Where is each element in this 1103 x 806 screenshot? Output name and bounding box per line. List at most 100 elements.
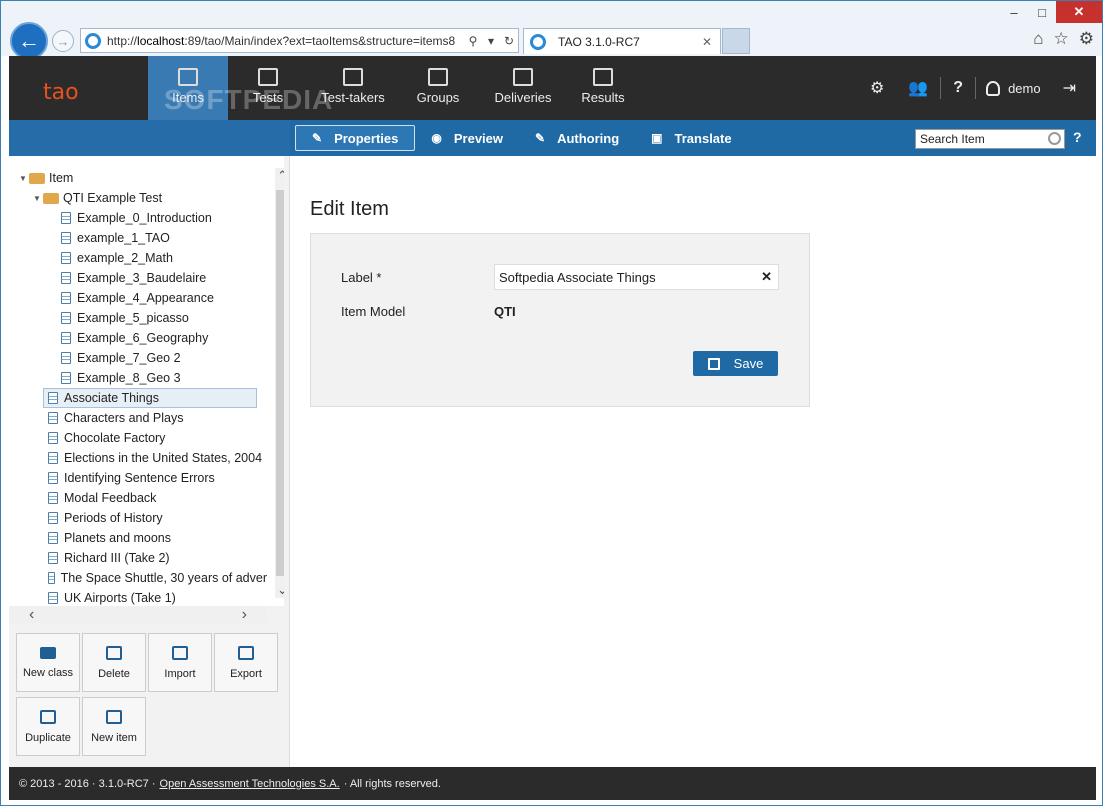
label-field-label: Label * (341, 270, 382, 285)
properties-tab[interactable]: ✎ Properties (295, 125, 416, 151)
authoring-tab[interactable]: ✎ Authoring (519, 125, 635, 151)
tree-item[interactable]: Modal Feedback (9, 488, 267, 508)
duplicate-button[interactable]: Duplicate (16, 697, 80, 756)
settings-icon[interactable]: ⚙ (1079, 29, 1094, 49)
tree-label: Planets and moons (64, 531, 172, 545)
save-icon (707, 357, 720, 370)
home-icon[interactable]: ⌂ (1033, 29, 1043, 49)
dropdown-icon[interactable]: ▾ (482, 34, 500, 48)
users-icon[interactable]: 👥 (896, 78, 940, 98)
scroll-left-icon[interactable]: ‹ (29, 606, 34, 623)
nav-deliveries[interactable]: Deliveries (478, 56, 568, 120)
browser-tab[interactable]: TAO 3.1.0-RC7 ✕ (523, 28, 721, 54)
tree-folder[interactable]: ▼ QTI Example Test (9, 188, 267, 208)
clear-icon[interactable]: ✕ (761, 269, 772, 285)
search-icon[interactable]: ⚲ (464, 34, 482, 48)
tree-item[interactable]: example_1_TAO (9, 228, 267, 248)
trash-icon (106, 645, 122, 660)
preview-tab[interactable]: ◉ Preview (415, 125, 519, 151)
tree-root[interactable]: ▼ Item (9, 168, 267, 188)
user-menu[interactable]: demo (976, 80, 1051, 96)
tree-item[interactable]: The Space Shuttle, 30 years of adver (9, 568, 267, 588)
expand-icon[interactable]: ▼ (19, 174, 29, 183)
settings-icon[interactable]: ⚙ (858, 78, 896, 98)
rights: · All rights reserved. (343, 777, 441, 790)
scroll-up-icon[interactable]: ⌃ (277, 168, 284, 184)
new-tab-button[interactable] (722, 28, 750, 54)
tree-item[interactable]: Identifying Sentence Errors (9, 468, 267, 488)
ie-icon (530, 33, 546, 50)
watermark: SOFTPEDIA (164, 84, 334, 115)
help-icon[interactable]: ? (941, 79, 975, 97)
tree-item[interactable]: UK Airports (Take 1) (9, 588, 267, 606)
nav-groups[interactable]: Groups (398, 56, 478, 120)
nav-results[interactable]: Results (568, 56, 638, 120)
expand-icon[interactable]: ▼ (33, 194, 43, 203)
tree-item[interactable]: Example_3_Baudelaire (9, 268, 267, 288)
label-input[interactable]: Softpedia Associate Things ✕ (494, 264, 779, 290)
button-label: Export (230, 667, 262, 680)
tree-label: The Space Shuttle, 30 years of adver (60, 571, 267, 585)
new-item-button[interactable]: New item (82, 697, 146, 756)
tree-item[interactable]: Example_4_Appearance (9, 288, 267, 308)
back-button[interactable]: ← (10, 22, 48, 60)
button-label: Import (164, 667, 196, 680)
refresh-icon[interactable]: ↻ (500, 34, 518, 48)
scroll-thumb[interactable] (276, 190, 284, 576)
horizontal-scrollbar[interactable]: ‹ › (9, 606, 267, 623)
tree-label: example_2_Math (77, 251, 173, 265)
tree-item[interactable]: Example_6_Geography (9, 328, 267, 348)
button-label: Duplicate (25, 731, 71, 744)
tree-item[interactable]: Example_5_picasso (9, 308, 267, 328)
tree-item[interactable]: Periods of History (9, 508, 267, 528)
tree-item[interactable]: Example_0_Introduction (9, 208, 267, 228)
app-header: tao Items Tests Test-takers Groups Deliv… (9, 56, 1096, 120)
minimize-icon[interactable]: – (1000, 1, 1028, 23)
search-placeholder: Search Item (920, 132, 985, 146)
tree-item[interactable]: example_2_Math (9, 248, 267, 268)
action-label: Preview (453, 130, 504, 146)
item-icon (61, 232, 71, 244)
button-label: New item (91, 731, 137, 744)
delete-button[interactable]: Delete (82, 633, 146, 692)
forward-button[interactable]: → (52, 30, 74, 52)
help-icon[interactable]: ? (1073, 129, 1082, 145)
item-icon (48, 512, 58, 524)
deliveries-icon (513, 68, 533, 86)
tree-label: Elections in the United States, 2004 (64, 451, 263, 465)
address-bar[interactable]: http://localhost:89/tao/Main/index?ext=t… (80, 28, 519, 53)
vertical-scrollbar[interactable]: ⌃ ⌄ (275, 168, 284, 598)
header-tools: ⚙ 👥 ? demo ⇥ (858, 56, 1096, 120)
new-class-button[interactable]: New class (16, 633, 80, 692)
item-icon (61, 252, 71, 264)
tree-item[interactable]: Example_7_Geo 2 (9, 348, 267, 368)
tree-item[interactable]: Chocolate Factory (9, 428, 267, 448)
pencil-icon: ✎ (535, 131, 546, 145)
logout-icon[interactable]: ⇥ (1051, 78, 1096, 98)
item-icon (48, 472, 58, 484)
import-button[interactable]: Import (148, 633, 212, 692)
tao-logo[interactable]: tao (39, 64, 129, 114)
company-link[interactable]: Open Assessment Technologies S.A. (160, 778, 340, 790)
favorites-icon[interactable]: ☆ (1054, 29, 1069, 49)
save-button[interactable]: Save (693, 351, 778, 376)
export-button[interactable]: Export (214, 633, 278, 692)
maximize-icon[interactable]: □ (1028, 1, 1056, 23)
tree-label: Richard III (Take 2) (64, 551, 170, 565)
translate-tab[interactable]: ▣ Translate (635, 125, 747, 151)
new-item-icon (106, 709, 122, 724)
search-input[interactable]: Search Item (915, 129, 1065, 149)
folder-icon (29, 172, 45, 184)
tree-label: Chocolate Factory (64, 431, 166, 445)
scroll-right-icon[interactable]: › (242, 606, 247, 623)
scroll-down-icon[interactable]: ⌄ (277, 582, 284, 598)
tree-item[interactable]: Elections in the United States, 2004 (9, 448, 267, 468)
tree-item-selected[interactable]: Associate Things (43, 388, 257, 408)
tree-item[interactable]: Characters and Plays (9, 408, 267, 428)
tree-item[interactable]: Example_8_Geo 3 (9, 368, 267, 388)
close-icon[interactable]: ✕ (1056, 1, 1102, 23)
close-tab-icon[interactable]: ✕ (702, 35, 720, 49)
tree-label: Modal Feedback (64, 491, 157, 505)
tree-item[interactable]: Richard III (Take 2) (9, 548, 267, 568)
tree-item[interactable]: Planets and moons (9, 528, 267, 548)
